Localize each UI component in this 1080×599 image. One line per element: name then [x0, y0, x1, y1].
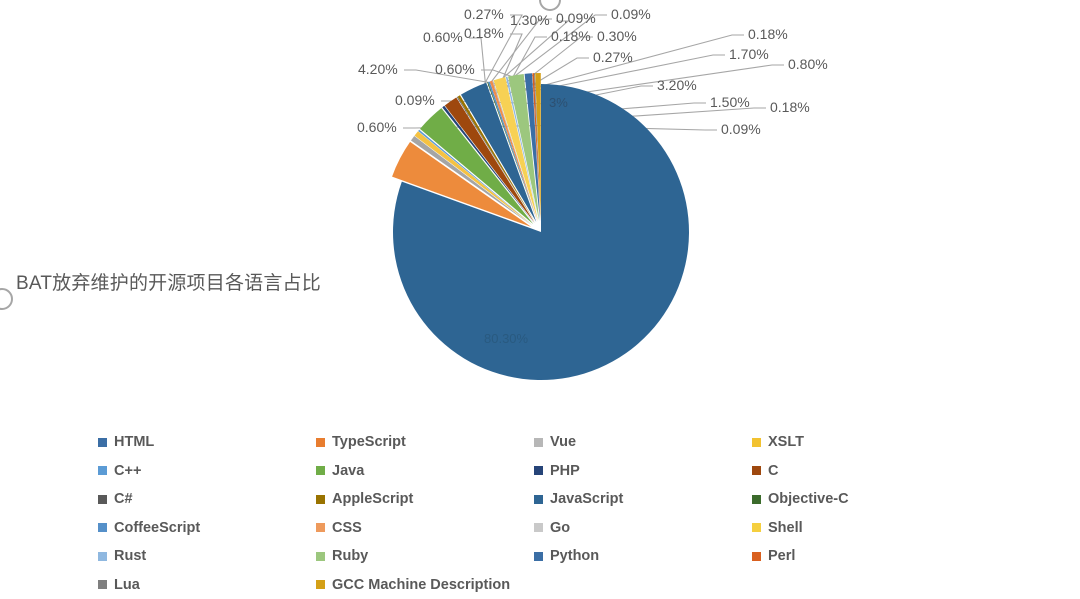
legend-swatch-icon: [98, 494, 107, 504]
legend-item-label: Vue: [550, 434, 577, 450]
legend-swatch-icon: [752, 551, 761, 561]
slice-percentage-label: 0.30%: [597, 28, 637, 44]
slice-percentage-label: 0.18%: [551, 28, 591, 44]
legend-item[interactable]: Perl: [752, 549, 970, 564]
legend-item[interactable]: Java: [316, 462, 534, 479]
legend-item-label: Java: [332, 462, 365, 479]
legend-item[interactable]: Rust: [98, 549, 316, 564]
legend-item[interactable]: C: [752, 462, 970, 479]
legend-item-label: C++: [114, 462, 142, 479]
legend-item[interactable]: PHP: [534, 462, 752, 479]
legend-item-label: CSS: [332, 519, 362, 536]
slice-percentage-label: 1.30%: [510, 12, 550, 28]
legend-item[interactable]: Lua: [98, 576, 316, 593]
legend-item[interactable]: Objective-C: [752, 492, 970, 507]
legend-swatch-icon: [98, 551, 107, 561]
legend-swatch-icon: [316, 437, 325, 447]
legend-item[interactable]: XSLT: [752, 435, 970, 450]
legend-swatch-icon: [98, 466, 107, 476]
slice-percentage-label: 0.09%: [721, 121, 761, 137]
slice-percentage-label: 4.20%: [358, 61, 398, 77]
legend-item-label: Rust: [114, 548, 147, 564]
legend-swatch-icon: [316, 494, 325, 504]
legend-item[interactable]: C++: [98, 462, 316, 479]
legend-swatch-icon: [752, 437, 761, 447]
legend-item[interactable]: Ruby: [316, 549, 534, 564]
legend-item-label: Python: [550, 548, 600, 564]
slice-percentage-label: 0.18%: [748, 26, 788, 42]
legend-swatch-icon: [752, 494, 761, 504]
legend-item-label: JavaScript: [550, 491, 624, 507]
legend-item-label: CoffeeScript: [114, 519, 201, 536]
slice-percentage-label: 1.70%: [729, 46, 769, 62]
legend-item[interactable]: CoffeeScript: [98, 519, 316, 536]
legend-item-label: Ruby: [332, 548, 369, 564]
slice-percentage-label: 0.27%: [593, 49, 633, 65]
legend-item-label: PHP: [550, 462, 580, 479]
legend-item[interactable]: C#: [98, 492, 316, 507]
legend-swatch-icon: [316, 551, 325, 561]
legend-item[interactable]: Go: [534, 519, 752, 536]
slice-percentage-label: 3.20%: [657, 77, 697, 93]
slice-percentage-label: 0.09%: [556, 10, 596, 26]
legend-item-label: TypeScript: [332, 434, 406, 450]
legend-item-label: HTML: [114, 434, 155, 450]
legend-item-label: Go: [550, 519, 571, 536]
slice-label-html: 80.30%: [484, 331, 529, 346]
chart-legend: HTML TypeScript Vue XSLT C++ Java PHP C C# AppleS…: [98, 428, 998, 599]
pie-chart-figure: 0.27% 1.30% 0.09% 0.09% 0.60% 0.18% 0.18% 0.30%…: [0, 0, 1080, 594]
legend-swatch-icon: [316, 580, 325, 590]
legend-item[interactable]: Vue: [534, 435, 752, 450]
legend-swatch-icon: [534, 494, 543, 504]
legend-item[interactable]: HTML: [98, 435, 316, 450]
legend-item-label: Perl: [768, 548, 796, 564]
legend-swatch-icon: [534, 466, 543, 476]
legend-swatch-icon: [98, 437, 107, 447]
slice-percentage-label: 0.80%: [788, 56, 828, 72]
slice-percentage-label: 0.09%: [611, 6, 651, 22]
legend-swatch-icon: [752, 523, 761, 533]
slice-percentage-label: 0.09%: [395, 92, 435, 108]
legend-item-label: Objective-C: [768, 491, 849, 507]
pie-slices-group: [392, 73, 689, 380]
legend-item[interactable]: Shell: [752, 519, 970, 536]
legend-item[interactable]: AppleScript: [316, 492, 534, 507]
legend-item-label: XSLT: [768, 434, 804, 450]
legend-item[interactable]: JavaScript: [534, 492, 752, 507]
slice-percentage-label: 0.60%: [423, 29, 463, 45]
legend-item-label: C#: [114, 491, 133, 507]
legend-item[interactable]: Python: [534, 549, 752, 564]
slice-percentage-label: 0.60%: [357, 119, 397, 135]
legend-item[interactable]: CSS: [316, 519, 534, 536]
slice-percentage-label: 0.18%: [770, 99, 810, 115]
legend-swatch-icon: [316, 523, 325, 533]
chart-title: BAT放弃维护的开源项目各语言占比: [16, 273, 321, 294]
legend-swatch-icon: [752, 466, 761, 476]
slice-percentage-label: 0.27%: [464, 6, 504, 22]
slice-percentage-label: 1.50%: [710, 94, 750, 110]
legend-swatch-icon: [98, 523, 107, 533]
legend-swatch-icon: [98, 580, 107, 590]
legend-swatch-icon: [534, 437, 543, 447]
slice-percentage-label: 0.18%: [464, 25, 504, 41]
slice-percentage-label: 0.60%: [435, 61, 475, 77]
legend-item-label: AppleScript: [332, 491, 414, 507]
legend-item-label: GCC Machine Description: [332, 576, 511, 593]
legend-item-label: Lua: [114, 576, 140, 593]
slice-label-javascript: 3%: [549, 95, 568, 110]
legend-swatch-icon: [316, 466, 325, 476]
legend-swatch-icon: [534, 523, 543, 533]
legend-item-label: Shell: [768, 519, 803, 536]
legend-swatch-icon: [534, 551, 543, 561]
legend-item-label: C: [768, 462, 779, 479]
legend-item[interactable]: GCC Machine Description: [316, 576, 534, 593]
legend-item[interactable]: TypeScript: [316, 435, 534, 450]
